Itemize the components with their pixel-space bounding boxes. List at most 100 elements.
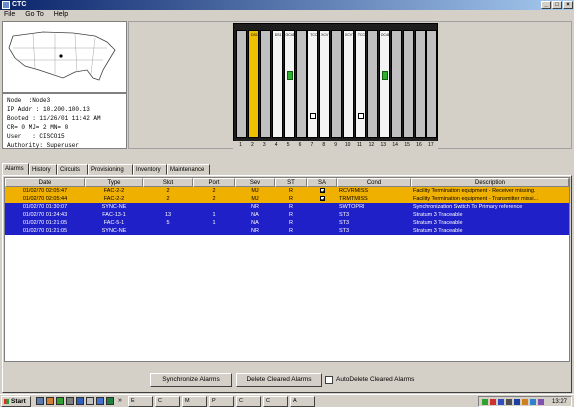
tray-monitor-icon[interactable] xyxy=(498,399,504,405)
taskbar-item-c1[interactable]: C xyxy=(155,396,180,407)
shelf-slot[interactable]: XCVT xyxy=(343,30,354,138)
column-header[interactable]: Description xyxy=(411,178,569,187)
shelf-slot[interactable] xyxy=(331,30,343,138)
table-row[interactable]: 01/02/70 02:05:44 FAC-2-2 2 2 MJ R TRMTMISS Fac… xyxy=(5,195,569,203)
menu-help[interactable]: Help xyxy=(54,11,68,18)
alarms-table[interactable]: Date Type Slot Port Sev ST SA Cond Description 0… xyxy=(4,177,570,362)
shelf-slot[interactable] xyxy=(295,30,307,138)
minimize-button[interactable]: _ xyxy=(541,1,551,9)
tab-history[interactable]: History xyxy=(29,164,57,175)
taskbar-item-e[interactable]: E xyxy=(128,396,153,407)
tray-app-icon[interactable] xyxy=(514,399,520,405)
maximize-button[interactable]: □ xyxy=(552,1,562,9)
table-row[interactable]: 01/02/70 01:21:05 SYNC-NE NR R ST3 Stratum 3 … xyxy=(5,227,569,235)
shelf-slot[interactable]: XCVT xyxy=(319,30,330,138)
slot-card-label: DS1 xyxy=(250,33,258,37)
tab-inventory[interactable]: Inventory xyxy=(133,164,167,175)
table-row[interactable]: 01/02/70 01:21:05 FAC-5-1 5 1 NA R ST3 Stratum … xyxy=(5,219,569,227)
tab-circuits[interactable]: Circuits xyxy=(57,164,88,175)
cell-date: 01/02/70 01:21:05 xyxy=(22,220,68,226)
shelf-slot[interactable]: TCC xyxy=(307,30,319,138)
cell-sev: NA xyxy=(251,212,259,218)
tray-network-icon[interactable] xyxy=(482,399,488,405)
tab-maintenance[interactable]: Maintenance xyxy=(167,164,210,175)
cell-desc: Facility Termination equipment - Receive… xyxy=(413,188,536,194)
delete-cleared-alarms-button[interactable]: Delete Cleared Alarms xyxy=(236,373,322,387)
shelf-slot[interactable] xyxy=(402,30,414,138)
node-user: User : CISCO15 xyxy=(7,133,65,140)
tab-provisioning[interactable]: Provisioning xyxy=(88,164,133,175)
table-row[interactable]: 01/02/70 02:05:47 FAC-2-2 2 2 MJ R RCVRMISS Fac… xyxy=(5,187,569,195)
column-header[interactable]: Type xyxy=(85,178,143,187)
shelf-slot[interactable] xyxy=(390,30,402,138)
taskbar-item-c3[interactable]: C xyxy=(263,396,288,407)
column-header[interactable]: SA xyxy=(307,178,337,187)
quicklaunch-ie-icon[interactable] xyxy=(46,397,54,405)
cell-date: 01/02/70 01:30:07 xyxy=(22,204,68,210)
card-led-icon xyxy=(286,71,293,80)
tab-alarms[interactable]: Alarms xyxy=(2,163,29,175)
network-map[interactable] xyxy=(2,21,127,93)
shelf-slot[interactable]: OC48 xyxy=(283,30,295,138)
slot-number: 12 xyxy=(368,142,375,148)
column-header[interactable]: ST xyxy=(275,178,307,187)
cell-port xyxy=(193,227,235,235)
slot-number: 17 xyxy=(428,142,434,148)
taskbar-item-p[interactable]: P xyxy=(209,396,234,407)
shelf-slot[interactable] xyxy=(236,30,247,138)
table-row[interactable]: 01/02/70 01:30:07 SYNC-NE NR R SWTOPRI Synchr… xyxy=(5,203,569,211)
column-header[interactable]: Date xyxy=(5,178,85,187)
quicklaunch-desktop-icon[interactable] xyxy=(36,397,44,405)
column-header[interactable]: Sev xyxy=(235,178,275,187)
quicklaunch-app-icon[interactable] xyxy=(56,397,64,405)
shelf-slot[interactable]: DS1 xyxy=(271,30,283,138)
node-shelf[interactable]: DS1 DS1 OC48 TCC XCVT XCVT TCC OC48 xyxy=(233,23,438,149)
slot-card-label: TCC xyxy=(357,33,366,37)
menu-goto[interactable]: Go To xyxy=(25,11,44,18)
taskbar-item-m[interactable]: M xyxy=(182,396,207,407)
quicklaunch-mail-icon[interactable] xyxy=(76,397,84,405)
tray-volume-icon[interactable] xyxy=(530,399,536,405)
taskbar-item-a[interactable]: A xyxy=(290,396,315,407)
cell-port: 2 xyxy=(212,196,216,202)
more-chevron-icon[interactable]: » xyxy=(118,397,122,405)
close-button[interactable]: × xyxy=(563,1,573,9)
cell-sev: NR xyxy=(251,204,259,210)
cell-slot: 13 xyxy=(164,212,172,218)
shelf-slot[interactable] xyxy=(366,30,378,138)
taskbar-item-c2[interactable]: C xyxy=(236,396,261,407)
synchronize-alarms-button[interactable]: Synchronize Alarms xyxy=(150,373,232,387)
cell-desc: Facility Termination equipment - Transmi… xyxy=(413,196,539,202)
tray-security-icon[interactable] xyxy=(490,399,496,405)
card-led-icon xyxy=(381,71,388,80)
shelf-slot[interactable]: OC48 xyxy=(378,30,390,138)
quicklaunch-folder-icon[interactable] xyxy=(66,397,74,405)
menu-bar: File Go To Help xyxy=(0,10,574,20)
quicklaunch-window-icon[interactable] xyxy=(86,397,94,405)
card-port-icon xyxy=(358,113,364,119)
cell-st: R xyxy=(289,220,293,226)
column-header[interactable]: Port xyxy=(193,178,235,187)
shelf-slot[interactable]: TCC xyxy=(355,30,366,138)
start-button[interactable]: Start xyxy=(1,396,31,407)
quicklaunch-browser-icon[interactable] xyxy=(96,397,104,405)
column-header[interactable]: Slot xyxy=(143,178,193,187)
slot-number: 13 xyxy=(380,142,387,148)
slot-card-label: DS1 xyxy=(274,33,282,37)
table-row[interactable]: 01/02/70 01:24:43 FAC-13-1 13 1 NA R ST3 Stratu… xyxy=(5,211,569,219)
slot-number: 7 xyxy=(310,142,314,148)
tray-update-icon[interactable] xyxy=(522,399,528,405)
quicklaunch-tool-icon[interactable] xyxy=(106,397,114,405)
column-header[interactable]: Cond xyxy=(337,178,411,187)
shelf-slot[interactable] xyxy=(426,30,438,138)
shelf-slot[interactable]: DS1 xyxy=(247,30,259,138)
sa-cell xyxy=(307,219,337,227)
shelf-slot[interactable] xyxy=(259,30,271,138)
tray-misc-icon[interactable] xyxy=(538,399,544,405)
shelf-slot[interactable] xyxy=(414,30,426,138)
sa-cell xyxy=(307,227,337,235)
tray-printer-icon[interactable] xyxy=(506,399,512,405)
cell-port: 1 xyxy=(212,212,216,218)
menu-file[interactable]: File xyxy=(4,11,15,18)
autodelete-checkbox[interactable] xyxy=(325,376,333,384)
